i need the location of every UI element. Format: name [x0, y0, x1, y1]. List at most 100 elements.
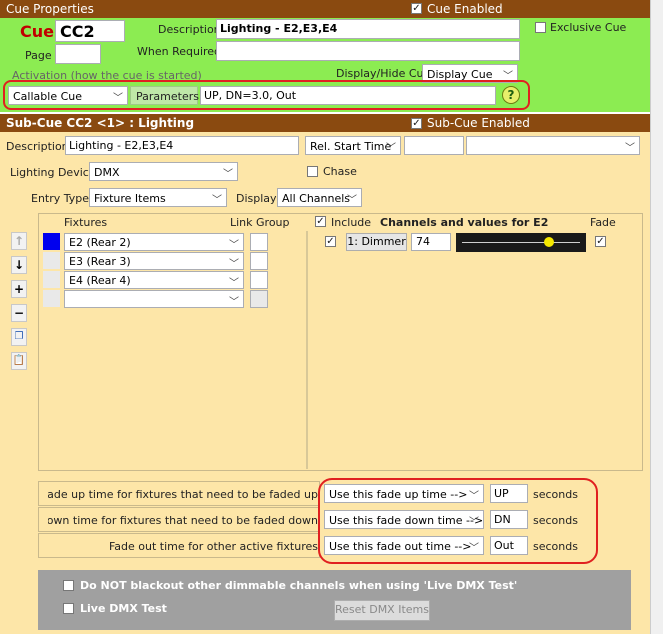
channel-fade-checkbox[interactable]: ✓ [595, 236, 606, 247]
fade-time-value-field[interactable]: DN [490, 510, 528, 529]
chevron-down-icon: ﹀ [229, 240, 239, 251]
fade-time-option-select[interactable]: Use this fade up time --> ﹀ [324, 484, 484, 503]
entry-type-select[interactable]: Fixture Items ﹀ [89, 188, 227, 207]
chevron-down-icon: ﹀ [212, 195, 222, 206]
subcue-title: Sub-Cue CC2 <1> : Lighting [6, 116, 195, 130]
link-group-cell[interactable] [250, 271, 268, 289]
activation-select[interactable]: Callable Cue ﹀ [8, 86, 128, 105]
rel-start-extra-select[interactable]: ﹀ [466, 136, 640, 155]
lighting-device-select[interactable]: DMX ﹀ [89, 162, 238, 181]
page-field[interactable] [55, 44, 101, 64]
fixture-select[interactable]: E2 (Rear 2) ﹀ [64, 233, 244, 251]
display-hide-select[interactable]: Display Cue ﹀ [422, 64, 518, 83]
subcue-description-label: Description [6, 140, 69, 153]
chevron-down-icon: ﹀ [223, 169, 233, 180]
display-label: Display [236, 192, 277, 205]
live-dmx-test-label: Live DMX Test [80, 602, 167, 615]
fixture-color-swatch [43, 252, 60, 269]
fade-time-label: Fade down time for fixtures that need to… [48, 514, 318, 527]
entry-type-label: Entry Type [31, 192, 90, 205]
fade-time-option-select[interactable]: Use this fade down time --> ﹀ [324, 510, 484, 529]
chevron-down-icon: ﹀ [503, 71, 513, 82]
display-hide-value: Display Cue [427, 68, 493, 81]
fade-time-option-select[interactable]: Use this fade out time --> ﹀ [324, 536, 484, 555]
subcue-description-field[interactable]: Lighting - E2,E3,E4 [65, 136, 299, 155]
subcue-header: Sub-Cue CC2 <1> : Lighting ✓ Sub-Cue Ena… [0, 114, 650, 132]
parameters-label: Parameters [136, 90, 199, 103]
slider-track [462, 242, 580, 243]
minus-icon[interactable]: − [11, 304, 27, 322]
chase-label: Chase [323, 165, 357, 178]
fixture-color-swatch [43, 271, 60, 288]
chevron-down-icon: ﹀ [229, 259, 239, 270]
fixture-select[interactable]: E4 (Rear 4) ﹀ [64, 271, 244, 289]
question-circle-icon[interactable]: ? [502, 86, 520, 104]
cue-description-field[interactable]: Lighting - E2,E3,E4 [216, 19, 520, 39]
fixture-select[interactable]: E3 (Rear 3) ﹀ [64, 252, 244, 270]
include-all-checkbox[interactable]: ✓ [315, 216, 326, 227]
fade-time-value-field[interactable]: UP [490, 484, 528, 503]
right-scrollbar-lower[interactable] [650, 112, 663, 634]
exclusive-cue-label: Exclusive Cue [550, 21, 627, 34]
cue-field[interactable]: CC2 [55, 20, 125, 42]
lighting-device-value: DMX [94, 166, 120, 179]
channel-include-checkbox[interactable]: ✓ [325, 236, 336, 247]
fade-time-unit: seconds [533, 488, 578, 501]
fade-time-unit: seconds [533, 540, 578, 553]
exclusive-cue-checkbox[interactable] [535, 22, 546, 33]
fade-time-option: Use this fade down time --> [329, 514, 484, 527]
subcue-enabled-checkbox[interactable]: ✓ [411, 118, 422, 129]
description-label: Description [158, 23, 221, 36]
copy-icon[interactable]: ❐ [11, 328, 27, 346]
chevron-down-icon: ﹀ [469, 491, 479, 502]
rel-start-select[interactable]: Rel. Start Time ﹀ [305, 136, 401, 155]
fixtures-header: Fixtures [64, 216, 108, 229]
no-blackout-label: Do NOT blackout other dimmable channels … [80, 579, 518, 592]
fade-time-unit: seconds [533, 514, 578, 527]
include-label: Include [331, 216, 372, 229]
fade-header: Fade [590, 216, 616, 229]
chase-checkbox[interactable] [307, 166, 318, 177]
plus-icon[interactable]: + [11, 280, 27, 298]
fixture-toolbar [8, 230, 30, 370]
arrow-up-icon[interactable]: ↑ [11, 232, 27, 250]
channel-level-slider[interactable] [456, 233, 586, 252]
link-group-cell[interactable] [250, 290, 268, 308]
channel-button[interactable]: 1: Dimmer [346, 233, 407, 251]
fade-time-label: Fade up time for fixtures that need to b… [48, 488, 318, 501]
fixture-color-swatch [43, 290, 60, 307]
fade-time-option: Use this fade up time --> [329, 488, 468, 501]
chevron-down-icon: ﹀ [469, 543, 479, 554]
cue-properties-title: Cue Properties [6, 2, 94, 16]
slider-thumb[interactable] [544, 237, 555, 247]
cue-enabled-checkbox[interactable]: ✓ [411, 3, 422, 14]
no-blackout-checkbox[interactable] [63, 580, 74, 591]
right-scrollbar-upper[interactable] [650, 0, 663, 112]
fixture-select[interactable]: ﹀ [64, 290, 244, 308]
arrow-down-icon[interactable]: ↓ [11, 256, 27, 274]
display-select[interactable]: All Channels ﹀ [277, 188, 362, 207]
chevron-down-icon: ﹀ [113, 93, 123, 104]
parameters-label-box: Parameters [130, 86, 199, 105]
cue-enabled-label: Cue Enabled [427, 2, 503, 16]
fade-time-label: Fade out time for other active fixtures [108, 540, 318, 553]
link-group-cell[interactable] [250, 252, 268, 270]
rel-start-time-field[interactable] [404, 136, 464, 155]
lighting-device-label: Lighting Device [10, 166, 96, 179]
parameters-field[interactable]: UP, DN=3.0, Out [200, 86, 496, 105]
fade-time-value-field[interactable]: Out [490, 536, 528, 555]
paste-icon[interactable]: 📋 [11, 352, 27, 370]
link-group-cell[interactable] [250, 233, 268, 251]
channel-value-field[interactable]: 74 [411, 233, 451, 251]
when-required-field[interactable] [216, 41, 520, 61]
reset-dmx-items-button[interactable]: Reset DMX Items [334, 600, 430, 621]
subcue-enabled-label: Sub-Cue Enabled [427, 116, 530, 130]
fade-time-option: Use this fade out time --> [329, 540, 472, 553]
rel-start-value: Rel. Start Time [310, 140, 392, 153]
live-dmx-test-checkbox[interactable] [63, 603, 74, 614]
when-required-label: When Required [137, 45, 222, 58]
display-value: All Channels [282, 192, 351, 205]
fixture-name: E3 (Rear 3) [69, 255, 131, 268]
chevron-down-icon: ﹀ [229, 278, 239, 289]
channels-header: Channels and values for E2 [380, 216, 549, 229]
